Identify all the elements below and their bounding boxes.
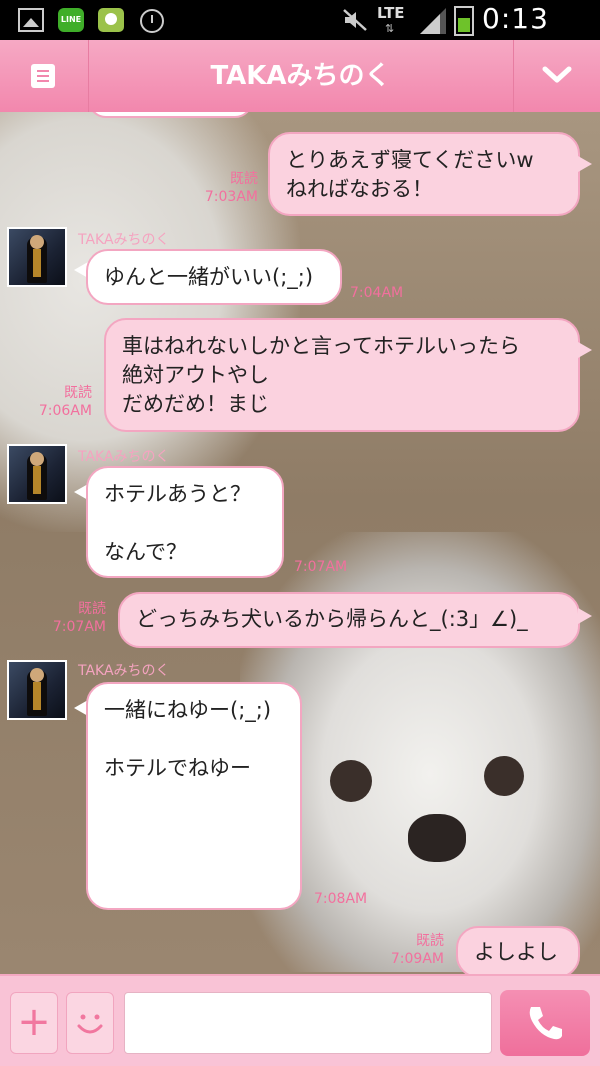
line-icon: LINE xyxy=(58,8,84,32)
sender-name: TAKAみちのく xyxy=(78,232,170,248)
options-button[interactable] xyxy=(513,40,600,112)
chevron-down-icon xyxy=(542,66,572,83)
background-dog-nose xyxy=(408,814,466,862)
network-type: LTE xyxy=(377,4,405,22)
mute-icon xyxy=(343,9,367,31)
message-bubble-outgoing[interactable]: 車はねれないしかと言ってホテルいったら 絶対アウトやし だめだめ！まじ xyxy=(104,318,580,432)
input-bar: + xyxy=(0,974,600,1066)
message-time: 7:07AM xyxy=(52,619,106,635)
app-icon xyxy=(98,8,124,32)
battery-icon xyxy=(454,6,474,36)
call-button[interactable] xyxy=(500,990,590,1056)
read-receipt: 既読 xyxy=(230,171,258,187)
message-time: 7:03AM xyxy=(204,189,258,205)
data-activity-icon: ⇅ xyxy=(385,22,395,35)
phone-icon xyxy=(529,1007,562,1040)
avatar[interactable] xyxy=(7,444,67,504)
message-time: 7:08AM xyxy=(314,891,368,907)
chat-area[interactable]: 既読 7:03AM とりあえず寝てくださいw ねればなおる！ TAKAみちのく … xyxy=(0,112,600,974)
emoji-icon xyxy=(77,1014,103,1034)
message-meta: 既読 7:07AM xyxy=(20,600,106,636)
sender-name: TAKAみちのく xyxy=(78,663,170,679)
message-meta: 既読 7:09AM xyxy=(360,932,444,968)
sender-name: TAKAみちのく xyxy=(78,449,170,465)
message-bubble-outgoing[interactable]: どっちみち犬いるから帰らんと_(:3」∠)_ xyxy=(118,592,580,648)
message-bubble-incoming[interactable]: ゆんと一緒がいい(;_;) xyxy=(86,249,342,305)
menu-button[interactable] xyxy=(0,40,89,112)
message-bubble-incoming[interactable]: 一緒にねゆー(;_;) ホテルでねゆー xyxy=(86,682,302,910)
plus-icon: + xyxy=(17,999,51,1045)
avatar[interactable] xyxy=(7,660,67,720)
message-input[interactable] xyxy=(124,992,492,1054)
bubble-tail xyxy=(578,156,592,172)
message-time: 7:04AM xyxy=(350,285,404,301)
bubble-tail xyxy=(578,342,592,358)
status-bar: LINE LTE ⇅ 0:13 AM xyxy=(0,0,600,68)
message-time: 7:07AM xyxy=(294,559,348,575)
message-time: 7:06AM xyxy=(38,403,92,419)
menu-icon xyxy=(31,64,55,88)
message-bubble-outgoing[interactable]: とりあえず寝てくださいw ねればなおる！ xyxy=(268,132,580,216)
chat-title: TAKAみちのく xyxy=(210,61,391,91)
read-receipt: 既読 xyxy=(78,601,106,617)
background-dog-eye xyxy=(330,760,372,802)
avatar[interactable] xyxy=(7,227,67,287)
signal-icon xyxy=(420,8,446,34)
add-attachment-button[interactable]: + xyxy=(10,992,58,1054)
emoji-button[interactable] xyxy=(66,992,114,1054)
message-meta: 既読 7:06AM xyxy=(8,384,92,420)
read-receipt: 既読 xyxy=(64,385,92,401)
chat-header: TAKAみちのく xyxy=(0,40,600,112)
message-bubble-partial xyxy=(88,112,253,118)
message-bubble-outgoing[interactable]: よしよし xyxy=(456,926,580,974)
message-time: 7:09AM xyxy=(390,951,444,967)
read-receipt: 既読 xyxy=(416,933,444,949)
alarm-icon xyxy=(140,9,164,33)
bubble-tail xyxy=(578,608,592,624)
message-bubble-incoming[interactable]: ホテルあうと？ なんで？ xyxy=(86,466,284,578)
gallery-icon xyxy=(18,8,44,32)
background-dog-eye xyxy=(484,756,524,796)
message-meta: 既読 7:03AM xyxy=(170,170,258,206)
